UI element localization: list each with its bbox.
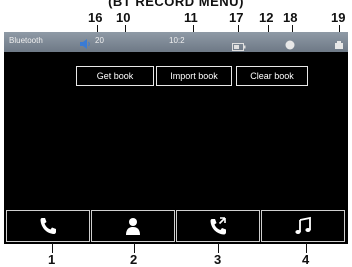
menu-caption: (BT RECORD MENU) xyxy=(108,0,244,9)
battery-icon xyxy=(232,38,246,56)
signal-icon xyxy=(285,37,295,55)
callout-19: 19 xyxy=(331,10,346,25)
call-icon xyxy=(38,216,58,236)
callout-18: 18 xyxy=(283,10,298,25)
phone-device-icon xyxy=(334,37,344,55)
callout-12: 12 xyxy=(259,10,274,25)
callout-1: 1 xyxy=(48,252,56,267)
clear-book-button[interactable]: Clear book xyxy=(236,66,308,86)
clock: 10:2 xyxy=(169,36,185,45)
music-icon xyxy=(293,216,313,236)
callout-17: 17 xyxy=(229,10,244,25)
speaker-icon xyxy=(80,36,92,54)
music-button[interactable] xyxy=(261,210,345,242)
contacts-button[interactable] xyxy=(91,210,175,242)
import-book-button[interactable]: Import book xyxy=(156,66,232,86)
contacts-icon xyxy=(123,216,143,236)
app-label: Bluetooth xyxy=(9,36,43,45)
leader-line xyxy=(134,243,135,253)
callout-10: 10 xyxy=(116,10,131,25)
leader-line xyxy=(218,243,219,253)
leader-line xyxy=(52,243,53,253)
callout-4: 4 xyxy=(302,252,310,267)
call-button[interactable] xyxy=(6,210,90,242)
callout-3: 3 xyxy=(214,252,222,267)
leader-line xyxy=(306,243,307,253)
callout-16: 16 xyxy=(88,10,103,25)
status-bar: Bluetooth 20 10:2 xyxy=(4,32,348,52)
callout-11: 11 xyxy=(184,10,198,25)
volume-value: 20 xyxy=(95,36,104,45)
device-screen: Bluetooth 20 10:2 Get book Import book C… xyxy=(4,32,348,244)
call-log-button[interactable] xyxy=(176,210,260,242)
call-log-icon xyxy=(208,216,228,236)
get-book-button[interactable]: Get book xyxy=(76,66,154,86)
bottom-nav-bar xyxy=(4,208,348,244)
callout-2: 2 xyxy=(130,252,138,267)
